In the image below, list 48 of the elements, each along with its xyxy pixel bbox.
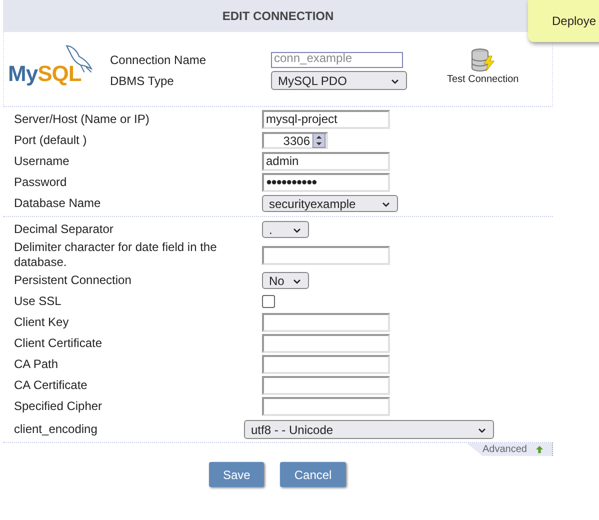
- text-input[interactable]: [262, 397, 390, 416]
- number-input[interactable]: 3306: [262, 132, 328, 149]
- database-lightning-icon: [470, 48, 496, 72]
- dropdown[interactable]: utf8 - - Unicode: [244, 420, 494, 439]
- test-connection-link[interactable]: Test Connection: [447, 74, 519, 84]
- field-label: Client Key: [13, 315, 70, 330]
- text-input[interactable]: [262, 376, 390, 395]
- dropdown[interactable]: MySQL PDO: [271, 71, 407, 90]
- field-label: Specified Cipher: [13, 399, 104, 414]
- text-input[interactable]: [262, 246, 390, 264]
- text-input[interactable]: mysql-project: [262, 110, 390, 129]
- dropdown[interactable]: securityexample: [262, 195, 398, 212]
- field-label: CA Certificate: [13, 378, 88, 393]
- text-input[interactable]: [262, 334, 390, 353]
- arrow-up-icon: [535, 445, 544, 454]
- notification-text: Deploye: [552, 14, 596, 28]
- chevron-down-icon: [293, 278, 301, 284]
- field-label: Use SSL: [13, 294, 62, 309]
- chevron-down-icon: [478, 428, 486, 432]
- text-input[interactable]: [262, 313, 390, 332]
- spinner-icon[interactable]: [312, 133, 326, 148]
- field-label: client_encoding: [13, 422, 98, 437]
- text-input[interactable]: admin: [262, 152, 390, 171]
- form-button[interactable]: Save: [209, 462, 264, 487]
- field-label: Password: [13, 175, 68, 190]
- form-button[interactable]: Cancel: [280, 462, 346, 487]
- mysql-logo: MySQL: [6, 44, 98, 94]
- field-label: Username: [13, 154, 70, 169]
- field-label: Persistent Connection: [13, 273, 132, 288]
- chevron-down-icon: [391, 78, 399, 84]
- field-label: DBMS Type: [110, 74, 175, 88]
- field-label: Delimiter character for date field in the database.: [13, 240, 218, 270]
- dialog-title: EDIT CONNECTION: [222, 9, 334, 23]
- chevron-down-icon: [382, 202, 390, 206]
- chevron-down-icon: [293, 228, 301, 232]
- field-label: Server/Host (Name or IP): [13, 112, 150, 127]
- field-label: CA Path: [13, 357, 60, 372]
- text-input[interactable]: [262, 355, 390, 374]
- field-label: Client Certificate: [13, 336, 104, 351]
- field-label: Decimal Separator: [13, 222, 114, 237]
- advanced-tab[interactable]: Advanced: [466, 443, 553, 456]
- checkbox[interactable]: [262, 295, 275, 308]
- field-label: Database Name: [13, 196, 102, 211]
- field-label: Connection Name: [110, 52, 208, 66]
- password-input[interactable]: ●●●●●●●●●●: [262, 173, 390, 192]
- field-label: Port (default ): [13, 133, 88, 148]
- dropdown[interactable]: .: [262, 221, 309, 238]
- dropdown[interactable]: No: [262, 272, 309, 289]
